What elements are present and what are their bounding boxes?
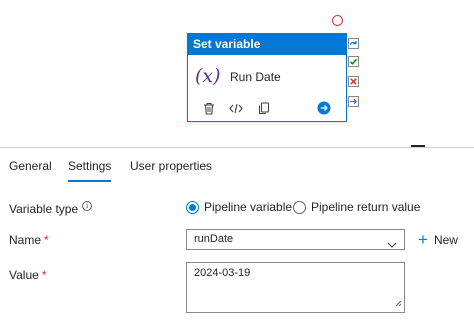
radio-pipeline-return-value-label: Pipeline return value <box>311 200 421 214</box>
chevron-down-icon <box>387 236 397 255</box>
skip-icon[interactable] <box>348 38 359 49</box>
validation-status-icon <box>332 15 343 26</box>
new-variable-label: New <box>433 232 458 247</box>
go-arrow-icon[interactable] <box>316 100 332 116</box>
variable-type-label: Variable type i <box>9 201 93 216</box>
plus-icon: + <box>418 230 428 249</box>
name-dropdown-value: runDate <box>194 233 234 245</box>
delete-icon[interactable] <box>201 100 217 116</box>
activity-header: Set variable <box>188 34 346 55</box>
tab-settings[interactable]: Settings <box>68 148 112 184</box>
new-variable-button[interactable]: + New <box>418 229 458 250</box>
value-text: 2024-03-19 <box>194 267 251 279</box>
properties-tabs: General Settings User properties <box>0 148 474 184</box>
tab-user-properties[interactable]: User properties <box>130 148 212 184</box>
radio-pipeline-variable[interactable]: Pipeline variable <box>186 200 292 214</box>
name-label: Name * <box>9 233 49 247</box>
failure-x-icon[interactable] <box>348 76 359 87</box>
pipeline-canvas[interactable]: Set variable (x) Run Date <box>0 0 474 147</box>
required-marker: * <box>44 233 49 247</box>
set-variable-activity[interactable]: Set variable (x) Run Date <box>187 33 347 122</box>
radio-pipeline-variable-label: Pipeline variable <box>204 200 293 214</box>
completion-arrow-icon[interactable] <box>348 96 359 107</box>
success-check-icon[interactable] <box>348 56 359 67</box>
code-icon[interactable] <box>228 100 244 116</box>
required-marker: * <box>41 268 47 282</box>
activity-name: Run Date <box>230 70 281 84</box>
value-label-text: Value <box>9 268 39 282</box>
tab-general[interactable]: General <box>9 148 52 184</box>
name-label-text: Name <box>9 233 42 247</box>
name-dropdown[interactable]: runDate <box>186 229 405 250</box>
variable-type-text: Variable type <box>9 202 79 216</box>
radio-pipeline-return-value[interactable]: Pipeline return value <box>293 200 420 214</box>
value-label: Value * <box>9 268 46 282</box>
panel-resize-handle[interactable] <box>411 145 425 147</box>
radio-unselected-indicator <box>293 200 306 214</box>
value-textarea[interactable]: 2024-03-19 <box>186 262 405 313</box>
copy-icon[interactable] <box>256 100 272 116</box>
info-icon[interactable]: i <box>82 201 93 211</box>
variable-fx-icon: (x) <box>195 65 221 87</box>
resize-grip-icon[interactable] <box>395 298 402 310</box>
radio-selected-indicator <box>186 200 199 214</box>
